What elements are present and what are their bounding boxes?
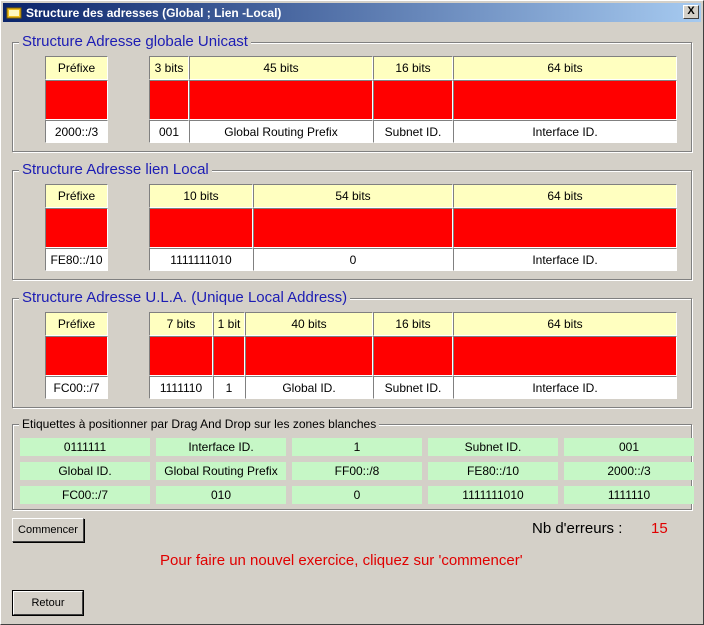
labels-group: Etiquettes à positionner par Drag And Dr… <box>12 417 694 510</box>
bits-header: 7 bits <box>149 312 213 336</box>
drop-zone[interactable] <box>373 336 453 376</box>
drop-slot[interactable]: Subnet ID. <box>373 120 453 143</box>
drop-slot[interactable]: Interface ID. <box>453 376 677 399</box>
errors-count: 15 <box>651 520 668 537</box>
drop-zone[interactable] <box>189 80 373 120</box>
drag-label[interactable]: FF00::/8 <box>292 462 422 480</box>
prefix-header: Préfixe <box>45 312 108 336</box>
bits-header: 64 bits <box>453 184 677 208</box>
labels-title: Etiquettes à positionner par Drag And Dr… <box>19 417 380 431</box>
drag-label[interactable]: 0 <box>292 486 422 504</box>
drag-label[interactable]: Global Routing Prefix <box>156 462 286 480</box>
window-title: Structure des adresses (Global ; Lien -L… <box>26 5 282 20</box>
drop-slot[interactable]: 001 <box>149 120 189 143</box>
prefix-zone <box>45 208 108 248</box>
drop-slot[interactable]: 0 <box>253 248 453 271</box>
drag-label[interactable]: 1111110 <box>564 486 694 504</box>
bits-header: 3 bits <box>149 56 189 80</box>
app-icon <box>6 5 22 21</box>
bits-header: 54 bits <box>253 184 453 208</box>
bits-header: 16 bits <box>373 312 453 336</box>
bits-header: 45 bits <box>189 56 373 80</box>
errors-label: Nb d'erreurs : <box>532 520 623 537</box>
ula-group: Structure Adresse U.L.A. (Unique Local A… <box>12 289 692 408</box>
drop-zone[interactable] <box>149 80 189 120</box>
drop-zone[interactable] <box>253 208 453 248</box>
start-button[interactable]: Commencer <box>12 518 84 542</box>
drop-slot[interactable]: 1111110 <box>149 376 213 399</box>
global-unicast-group: Structure Adresse globale Unicast Préfix… <box>12 33 692 152</box>
instruction-message: Pour faire un nouvel exercice, cliquez s… <box>160 552 523 569</box>
bits-header: 40 bits <box>245 312 373 336</box>
drag-label[interactable]: 1111111010 <box>428 486 558 504</box>
drop-zone[interactable] <box>213 336 245 376</box>
main-window: Structure des adresses (Global ; Lien -L… <box>0 0 704 625</box>
drag-label[interactable]: Global ID. <box>20 462 150 480</box>
prefix-value: 2000::/3 <box>45 120 108 143</box>
drop-zone[interactable] <box>453 80 677 120</box>
drag-label[interactable]: Subnet ID. <box>428 438 558 456</box>
link-local-group: Structure Adresse lien Local Préfixe FE8… <box>12 161 692 280</box>
back-button[interactable]: Retour <box>12 590 84 616</box>
drag-label[interactable]: FE80::/10 <box>428 462 558 480</box>
drop-zone[interactable] <box>453 336 677 376</box>
prefix-value: FC00::/7 <box>45 376 108 399</box>
prefix-header: Préfixe <box>45 184 108 208</box>
drop-slot[interactable]: 1 <box>213 376 245 399</box>
drag-label[interactable]: 010 <box>156 486 286 504</box>
drop-zone[interactable] <box>149 336 213 376</box>
link-local-title: Structure Adresse lien Local <box>19 161 212 179</box>
drag-label[interactable]: 001 <box>564 438 694 456</box>
drop-zone[interactable] <box>453 208 677 248</box>
drag-label[interactable]: 2000::/3 <box>564 462 694 480</box>
bits-header: 10 bits <box>149 184 253 208</box>
bits-header: 1 bit <box>213 312 245 336</box>
drop-slot[interactable]: Subnet ID. <box>373 376 453 399</box>
drop-slot[interactable]: Global ID. <box>245 376 373 399</box>
drag-label[interactable]: 1 <box>292 438 422 456</box>
prefix-value: FE80::/10 <box>45 248 108 271</box>
drop-slot[interactable]: Interface ID. <box>453 120 677 143</box>
drop-zone[interactable] <box>149 208 253 248</box>
drop-slot[interactable]: 1111111010 <box>149 248 253 271</box>
title-bar[interactable]: Structure des adresses (Global ; Lien -L… <box>3 3 701 22</box>
prefix-zone <box>45 336 108 376</box>
drop-slot[interactable]: Interface ID. <box>453 248 677 271</box>
close-button[interactable]: X <box>683 5 699 19</box>
prefix-zone <box>45 80 108 120</box>
bits-header: 64 bits <box>453 56 677 80</box>
global-unicast-title: Structure Adresse globale Unicast <box>19 33 251 51</box>
drop-zone[interactable] <box>373 80 453 120</box>
drop-slot[interactable]: Global Routing Prefix <box>189 120 373 143</box>
drop-zone[interactable] <box>245 336 373 376</box>
drag-label[interactable]: Interface ID. <box>156 438 286 456</box>
ula-title: Structure Adresse U.L.A. (Unique Local A… <box>19 289 351 307</box>
bits-header: 64 bits <box>453 312 677 336</box>
prefix-header: Préfixe <box>45 56 108 80</box>
drag-label[interactable]: FC00::/7 <box>20 486 150 504</box>
drag-label[interactable]: 0111111 <box>20 438 150 456</box>
bits-header: 16 bits <box>373 56 453 80</box>
